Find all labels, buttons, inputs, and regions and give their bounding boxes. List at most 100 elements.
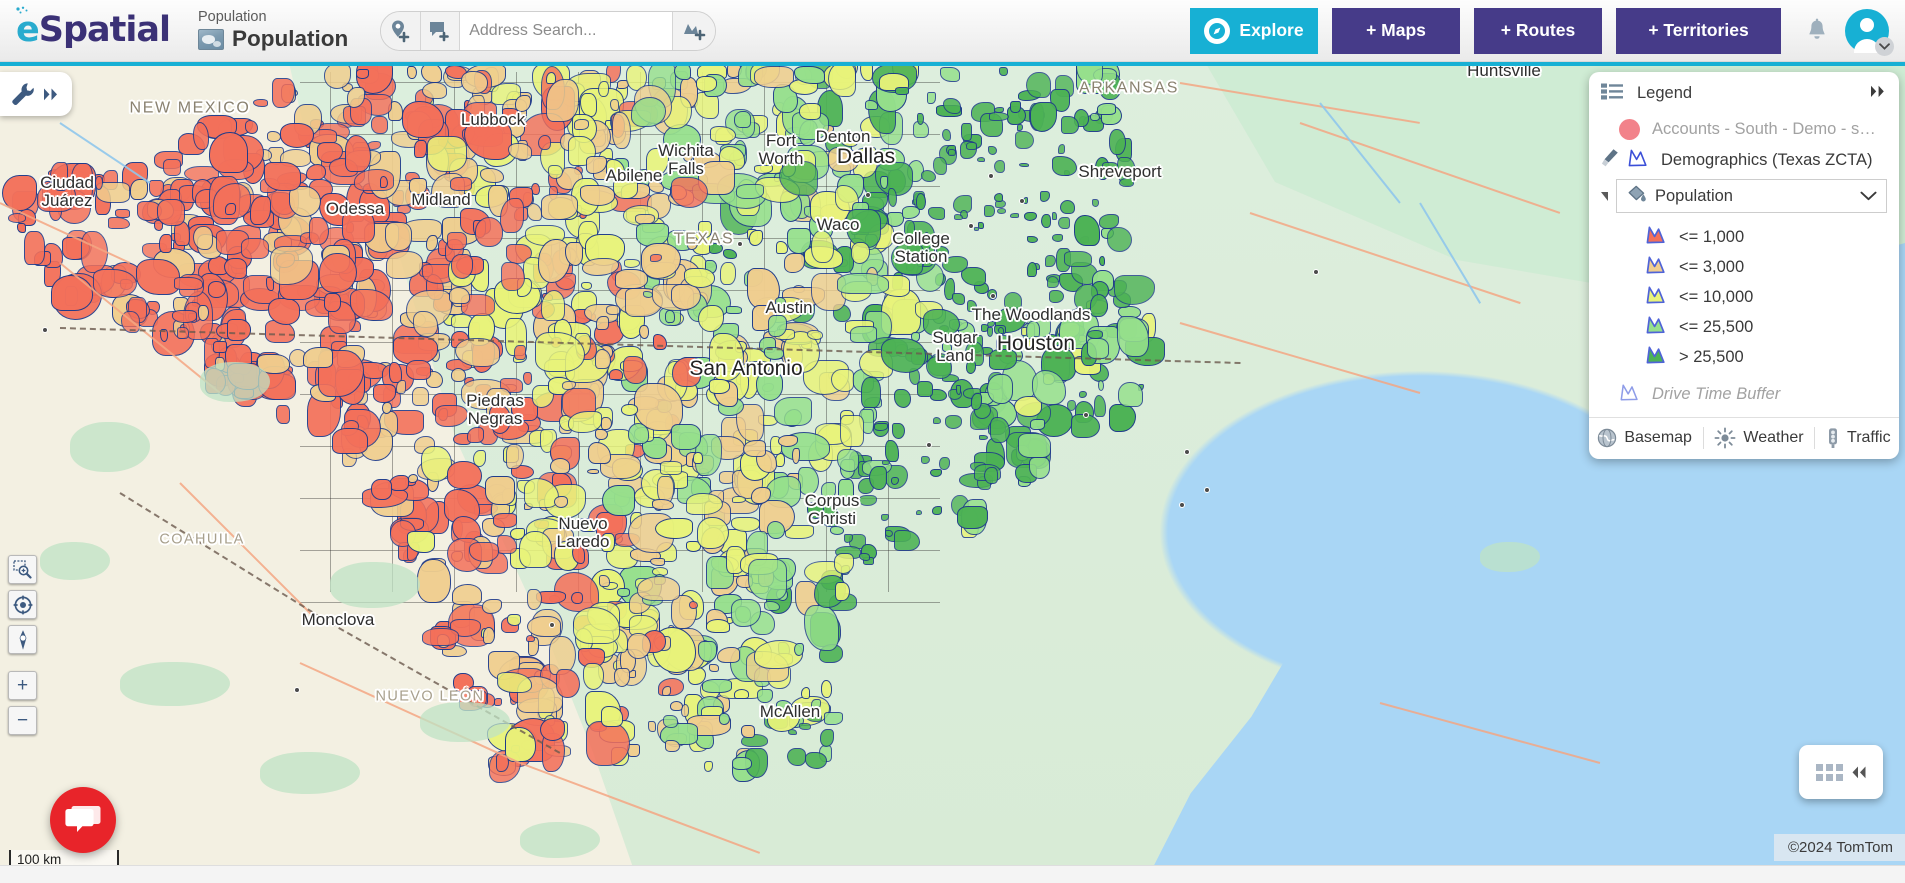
zcta-polygon[interactable] [413, 311, 439, 338]
zcta-polygon[interactable] [1090, 113, 1100, 122]
zcta-polygon[interactable] [601, 484, 635, 516]
zcta-polygon[interactable] [638, 325, 649, 339]
zcta-polygon[interactable] [705, 619, 731, 633]
zcta-polygon[interactable] [493, 513, 518, 528]
zcta-polygon[interactable] [901, 206, 921, 219]
zcta-polygon[interactable] [663, 123, 701, 155]
account-avatar-button[interactable] [1845, 8, 1894, 56]
zcta-polygon[interactable] [1106, 227, 1132, 252]
zcta-polygon[interactable] [309, 217, 329, 246]
zcta-polygon[interactable] [108, 216, 131, 230]
zcta-polygon[interactable] [450, 176, 472, 192]
zcta-polygon[interactable] [406, 531, 436, 553]
legend-class-row[interactable]: <= 25,500 [1589, 312, 1899, 342]
zcta-polygon[interactable] [586, 468, 600, 475]
double-chevron-left-icon[interactable] [1850, 765, 1867, 780]
zcta-polygon[interactable] [927, 207, 945, 220]
zcta-polygon[interactable] [709, 333, 745, 382]
zcta-polygon[interactable] [617, 588, 630, 598]
zcta-polygon[interactable] [698, 641, 718, 662]
zcta-polygon[interactable] [280, 122, 314, 148]
zcta-polygon[interactable] [447, 231, 467, 251]
zcta-polygon[interactable] [323, 292, 341, 313]
zcta-polygon[interactable] [891, 422, 905, 439]
zcta-polygon[interactable] [977, 156, 986, 162]
zcta-polygon[interactable] [659, 461, 683, 475]
zcta-polygon[interactable] [662, 714, 678, 729]
zcta-polygon[interactable] [174, 276, 203, 291]
espatial-logo[interactable]: eSpatial [16, 6, 171, 48]
zcta-polygon[interactable] [748, 558, 788, 601]
zcta-polygon[interactable] [957, 505, 989, 529]
zcta-polygon[interactable] [974, 227, 980, 231]
zcta-polygon[interactable] [275, 404, 291, 425]
zcta-polygon[interactable] [840, 415, 864, 448]
zcta-polygon[interactable] [623, 355, 648, 384]
zcta-polygon[interactable] [701, 679, 732, 694]
zcta-polygon[interactable] [833, 553, 855, 574]
zcta-polygon[interactable] [519, 531, 553, 568]
zcta-polygon[interactable] [736, 184, 764, 200]
zcta-polygon[interactable] [1003, 292, 1023, 310]
zcta-polygon[interactable] [930, 468, 943, 478]
zcta-polygon[interactable] [171, 309, 197, 323]
zcta-polygon[interactable] [988, 146, 997, 155]
zcta-polygon[interactable] [859, 494, 878, 507]
zcta-polygon[interactable] [940, 66, 961, 82]
basemap-button[interactable]: Basemap [1591, 428, 1698, 448]
grid-layers-icon[interactable] [1815, 763, 1843, 781]
zcta-polygon[interactable] [935, 245, 950, 257]
zcta-polygon[interactable] [1093, 394, 1107, 417]
zcta-polygon[interactable] [734, 689, 750, 700]
zcta-polygon[interactable] [601, 417, 613, 431]
zoom-to-area-icon[interactable] [8, 555, 37, 584]
zcta-polygon[interactable] [483, 627, 495, 645]
zcta-polygon[interactable] [881, 514, 890, 522]
zcta-polygon[interactable] [720, 262, 737, 286]
zcta-polygon[interactable] [626, 632, 651, 659]
zcta-polygon[interactable] [323, 62, 352, 89]
zcta-polygon[interactable] [526, 635, 535, 643]
zcta-polygon[interactable] [804, 604, 840, 651]
zcta-polygon[interactable] [799, 722, 812, 731]
zcta-polygon[interactable] [649, 254, 662, 262]
zcta-polygon[interactable] [176, 326, 189, 340]
zcta-polygon[interactable] [1118, 382, 1143, 407]
zcta-polygon[interactable] [623, 259, 641, 268]
zcta-polygon[interactable] [550, 458, 571, 474]
zcta-polygon[interactable] [612, 112, 631, 149]
zcta-polygon[interactable] [1098, 214, 1120, 229]
zcta-polygon[interactable] [435, 404, 469, 427]
zcta-polygon[interactable] [881, 337, 927, 373]
zcta-polygon[interactable] [954, 214, 963, 221]
zcta-polygon[interactable] [989, 417, 1011, 443]
zcta-polygon[interactable] [1009, 212, 1020, 219]
legend-collapse-button[interactable] [1870, 85, 1887, 102]
zcta-polygon[interactable] [858, 553, 871, 562]
zcta-polygon[interactable] [961, 267, 987, 286]
zcta-polygon[interactable] [1016, 123, 1023, 131]
zcta-polygon[interactable] [923, 309, 960, 337]
legend-class-row[interactable]: <= 1,000 [1589, 222, 1899, 252]
zcta-polygon[interactable] [225, 203, 236, 216]
zcta-polygon[interactable] [595, 315, 609, 330]
zcta-polygon[interactable] [384, 221, 413, 252]
zcta-polygon[interactable] [983, 204, 995, 217]
zcta-polygon[interactable] [581, 282, 592, 291]
traffic-button[interactable]: Traffic [1820, 427, 1897, 449]
zcta-polygon[interactable] [686, 493, 724, 515]
zcta-polygon[interactable] [709, 126, 736, 142]
zcta-polygon[interactable] [995, 315, 1002, 322]
zcta-polygon[interactable] [379, 175, 389, 189]
zcta-polygon[interactable] [966, 300, 977, 312]
zcta-polygon[interactable] [648, 180, 664, 194]
zcta-polygon[interactable] [989, 348, 1017, 371]
zcta-polygon[interactable] [891, 243, 924, 276]
zcta-polygon[interactable] [1113, 275, 1156, 305]
zcta-polygon[interactable] [344, 134, 371, 172]
zcta-polygon[interactable] [947, 149, 956, 156]
chevron-down-icon[interactable] [1860, 188, 1877, 205]
zcta-polygon[interactable] [933, 416, 942, 424]
zcta-polygon[interactable] [828, 146, 859, 173]
zcta-polygon[interactable] [303, 346, 333, 368]
